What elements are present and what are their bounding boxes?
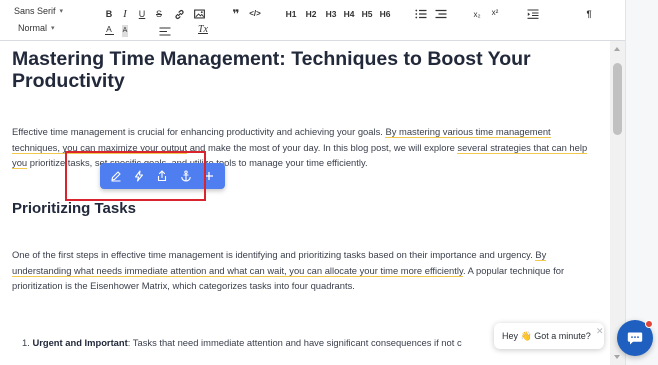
image-icon	[193, 9, 205, 19]
bold-button[interactable]: B	[102, 7, 116, 21]
heading-3-button[interactable]: H3	[322, 7, 340, 21]
list-number: 1.	[22, 337, 30, 348]
link-button[interactable]	[172, 7, 186, 21]
pencil-icon	[111, 171, 121, 182]
ordered-list-button[interactable]	[414, 7, 428, 21]
list-item-bold: Urgent and Important	[32, 337, 128, 348]
editor-content[interactable]: Mastering Time Management: Techniques to…	[0, 41, 610, 365]
ordered-list-icon	[415, 9, 427, 19]
heading-5-button[interactable]: H5	[358, 7, 376, 21]
share-icon	[158, 170, 167, 182]
code-block-button[interactable]: </>	[248, 7, 262, 21]
intro-text-2: and make the most of your day. In this b…	[187, 141, 458, 153]
vertical-scrollbar[interactable]	[610, 41, 625, 365]
highlight-color-icon: A	[121, 25, 129, 37]
text-color-button[interactable]: A	[102, 23, 116, 37]
font-family-value: Sans Serif	[14, 6, 56, 16]
clear-format-icon: Tx	[198, 24, 208, 35]
chat-greeting-bubble[interactable]: Hey 👋 Got a minute?	[494, 323, 604, 349]
blockquote-button[interactable]: ❞	[229, 7, 243, 21]
font-size-value: Normal	[18, 23, 48, 33]
notification-dot	[645, 320, 653, 328]
scroll-up-arrow-icon[interactable]	[614, 47, 620, 51]
strikethrough-button[interactable]: S	[152, 7, 166, 21]
align-left-icon	[159, 26, 171, 36]
prioritizing-paragraph: One of the first steps in effective time…	[12, 247, 598, 294]
underline-button[interactable]: U	[135, 7, 149, 21]
list-item-text: : Tasks that need immediate attention an…	[127, 337, 462, 348]
bullet-list-button[interactable]	[434, 7, 448, 21]
heading-6-button[interactable]: H6	[376, 7, 394, 21]
link-icon	[174, 9, 184, 19]
text-color-letter: A	[106, 23, 112, 34]
color-underline-icon	[104, 33, 114, 36]
align-button[interactable]	[158, 24, 172, 38]
paragraph-direction-icon: ¶	[586, 9, 592, 19]
add-button[interactable]	[201, 168, 217, 184]
chat-close-icon[interactable]: ✕	[596, 326, 604, 337]
prioritizing-text-1: One of the first steps in effective time…	[12, 249, 536, 260]
lightning-icon	[135, 170, 144, 182]
plus-icon	[205, 172, 214, 180]
intro-text-1: Effective time management is crucial for…	[12, 126, 386, 137]
background-color-button[interactable]: A	[118, 24, 132, 38]
chevron-down-icon: ▾	[51, 25, 55, 32]
chat-greeting-text: Hey 👋 Got a minute?	[502, 330, 591, 341]
editor-toolbar: Sans Serif ▾ Normal ▾ B I U S ❞ </> H1 H…	[0, 0, 625, 41]
italic-button[interactable]: I	[118, 7, 132, 21]
bullet-list-icon	[435, 9, 447, 19]
quote-icon: ❞	[232, 7, 240, 21]
text-direction-button[interactable]: ¶	[582, 7, 596, 21]
quick-action-button[interactable]	[131, 168, 147, 184]
code-icon: </>	[249, 9, 261, 18]
edit-button[interactable]	[108, 168, 124, 184]
anchor-button[interactable]	[178, 168, 194, 184]
floating-action-toolbar	[100, 163, 225, 189]
font-family-select[interactable]: Sans Serif ▾	[14, 6, 63, 16]
chevron-down-icon: ▾	[59, 8, 64, 15]
heading-1-button[interactable]: H1	[282, 7, 300, 21]
share-button[interactable]	[154, 168, 170, 184]
clear-format-button[interactable]: Tx	[196, 23, 210, 37]
font-size-select[interactable]: Normal ▾	[18, 23, 55, 33]
section-heading: Prioritizing Tasks	[12, 200, 136, 217]
heading-4-button[interactable]: H4	[340, 7, 358, 21]
article-title: Mastering Time Management: Techniques to…	[12, 48, 531, 92]
indent-button[interactable]	[526, 7, 540, 21]
scroll-thumb[interactable]	[613, 63, 622, 135]
anchor-icon	[181, 170, 191, 182]
side-panel-edge	[625, 0, 658, 365]
chat-icon	[627, 332, 643, 344]
superscript-button[interactable]: x²	[488, 6, 502, 20]
indent-icon	[527, 9, 539, 19]
heading-2-button[interactable]: H2	[302, 7, 320, 21]
subscript-button[interactable]: x₂	[470, 8, 484, 22]
scroll-down-arrow-icon[interactable]	[614, 355, 620, 359]
image-button[interactable]	[192, 7, 206, 21]
